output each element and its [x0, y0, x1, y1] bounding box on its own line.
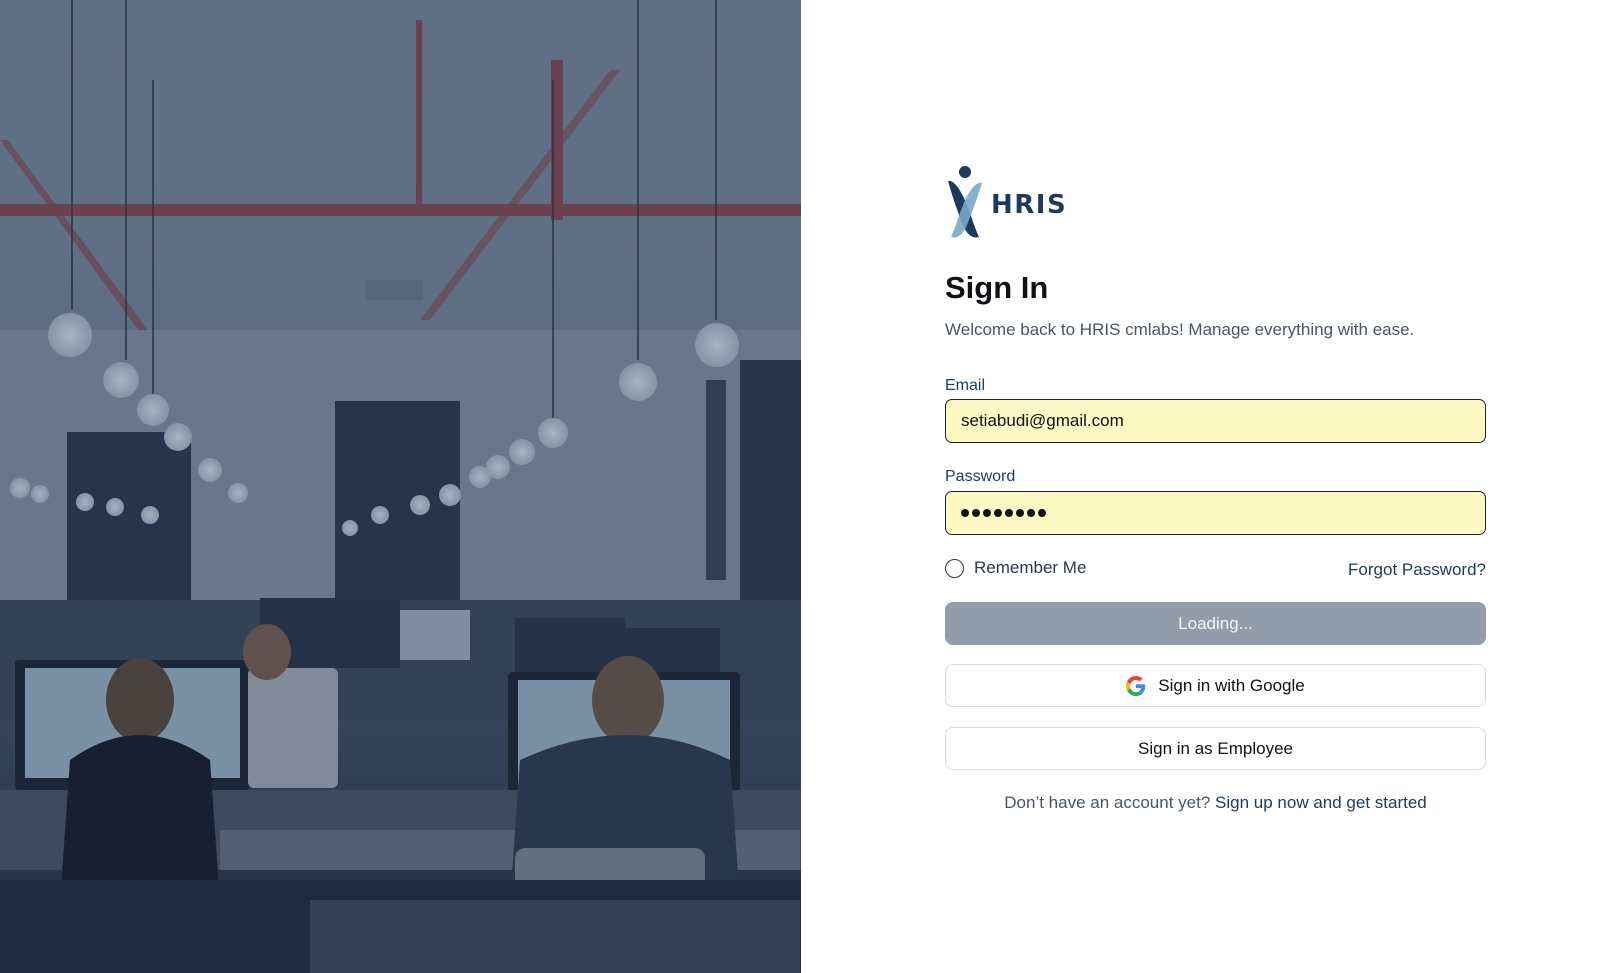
password-dot: [994, 509, 1002, 517]
password-dot: [1005, 509, 1013, 517]
google-icon: [1126, 675, 1146, 696]
signin-button[interactable]: Loading...: [945, 602, 1486, 645]
password-mask: [961, 509, 1046, 517]
signup-link[interactable]: Sign up now and get started: [1215, 793, 1427, 812]
email-field[interactable]: setiabudi@gmail.com: [945, 399, 1486, 443]
forgot-password-link[interactable]: Forgot Password?: [1348, 560, 1486, 580]
signup-prompt-text: Don’t have an account yet?: [1004, 793, 1211, 812]
password-dot: [1016, 509, 1024, 517]
page-subtitle: Welcome back to HRIS cmlabs! Manage ever…: [945, 320, 1415, 339]
employee-signin-button[interactable]: Sign in as Employee: [945, 727, 1486, 770]
password-field[interactable]: [945, 491, 1486, 535]
password-dot: [961, 509, 969, 517]
password-dot: [1038, 509, 1046, 517]
logo-text: HRIS: [991, 189, 1068, 220]
employee-signin-label: Sign in as Employee: [1138, 738, 1293, 758]
office-background-image: [0, 0, 801, 973]
hris-logo-icon: [948, 166, 982, 238]
password-dot: [983, 509, 991, 517]
google-signin-button[interactable]: Sign in with Google: [945, 664, 1486, 707]
email-value: setiabudi@gmail.com: [961, 411, 1124, 430]
page-title: Sign In: [945, 270, 1049, 305]
password-dot: [1027, 509, 1035, 517]
hris-logo: HRIS: [945, 165, 1067, 240]
signin-button-label: Loading...: [1178, 613, 1253, 633]
signup-prompt: Don’t have an account yet? Sign up now a…: [945, 793, 1486, 813]
google-signin-label: Sign in with Google: [1158, 675, 1305, 695]
signin-panel: HRIS Sign In Welcome back to HRIS cmlabs…: [801, 0, 1614, 973]
email-label: Email: [945, 377, 986, 394]
remember-me-checkbox[interactable]: [945, 558, 964, 578]
remember-me[interactable]: Remember Me: [945, 558, 1086, 578]
password-label: Password: [945, 468, 1016, 485]
remember-me-label: Remember Me: [974, 558, 1087, 577]
password-dot: [972, 509, 980, 517]
